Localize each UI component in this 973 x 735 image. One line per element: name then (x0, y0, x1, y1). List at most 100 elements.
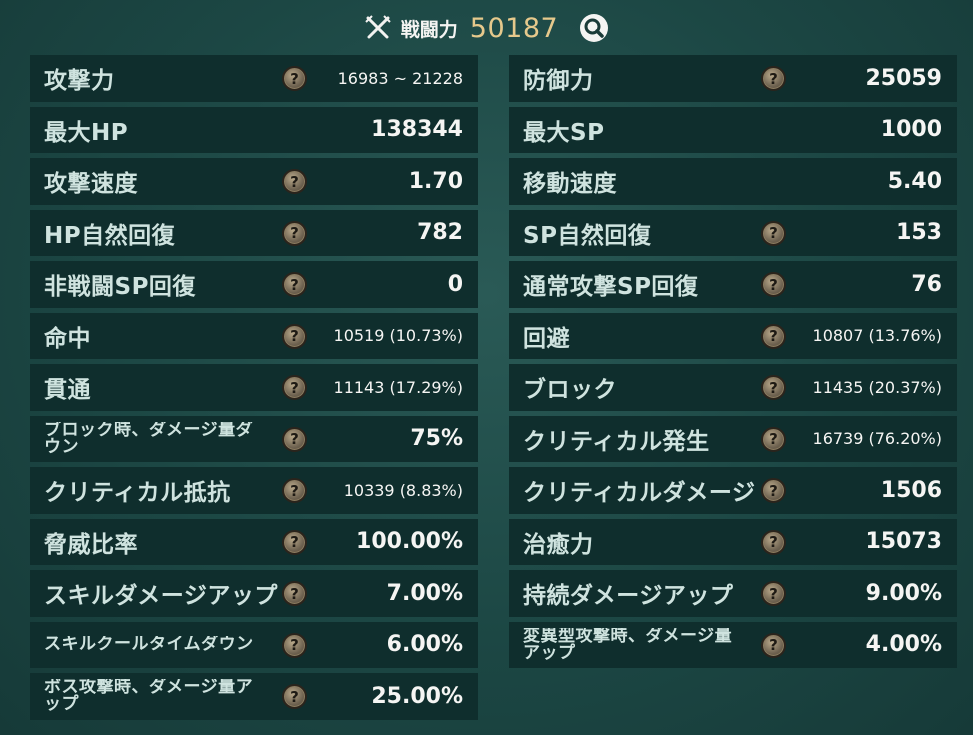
stat-label: SP自然回復 (523, 222, 652, 249)
stat-value: 1000 (880, 117, 942, 143)
help-icon[interactable]: ? (761, 426, 786, 452)
stat-label: クリティカルダメージ (523, 480, 756, 507)
stat-label: ブロック (523, 377, 617, 404)
stats-column-right: 防御力? 25059 最大SP 1000 移動速度 5.40 SP自然回復? 153 通常攻撃S… (509, 55, 957, 673)
help-icon[interactable]: ? (761, 375, 786, 400)
stat-label: 非戦闘SP回復 (44, 274, 196, 301)
stat-value: 782 (417, 220, 463, 246)
stat-label: 持続ダメージアップ (523, 583, 734, 610)
stat-value: 138344 (371, 117, 463, 143)
stat-row: クリティカルダメージ? 1506 (509, 467, 957, 514)
stat-label: 脅威比率 (44, 531, 138, 558)
help-icon[interactable]: ? (761, 272, 786, 297)
stat-value: 25059 (865, 65, 942, 91)
help-icon[interactable]: ? (282, 632, 307, 658)
stat-row: 命中? 10519 (10.73%) (30, 312, 478, 359)
help-icon[interactable]: ? (282, 323, 307, 349)
stat-label: 貫通 (44, 377, 91, 404)
stat-label: HP自然回復 (44, 222, 176, 249)
stat-row: 攻撃速度? 1.70 (30, 158, 478, 205)
stat-label: 最大SP (523, 119, 605, 146)
help-icon[interactable]: ? (282, 66, 307, 91)
stat-row: スキルクールタイムダウン? 6.00% (30, 621, 478, 668)
help-icon[interactable]: ? (282, 426, 307, 452)
help-icon[interactable]: ? (282, 220, 307, 246)
stat-row: SP自然回復? 153 (509, 209, 957, 256)
stat-value: 76 (911, 271, 942, 297)
help-icon[interactable]: ? (761, 220, 786, 246)
stat-value: 16739 (76.20%) (812, 429, 942, 449)
combat-power-bar: 戦闘力 50187 (353, 4, 620, 52)
stat-value: 5.40 (887, 168, 942, 194)
stat-row: 貫通? 11143 (17.29%) (30, 364, 478, 411)
stat-row: 最大SP 1000 (509, 106, 957, 153)
stat-row: 持続ダメージアップ? 9.00% (509, 570, 957, 617)
stat-value: 0 (447, 271, 463, 297)
stat-label: クリティカル発生 (523, 428, 710, 455)
stat-value: 15073 (865, 529, 942, 555)
stat-row: クリティカル抵抗? 10339 (8.83%) (30, 467, 478, 514)
stat-value: 153 (896, 220, 942, 246)
stat-row: 治癒力? 15073 (509, 518, 957, 565)
help-icon[interactable]: ? (282, 581, 307, 606)
help-icon[interactable]: ? (761, 66, 786, 91)
stat-row: 脅威比率? 100.00% (30, 518, 478, 565)
stat-label: 回避 (523, 325, 570, 352)
stat-label: 治癒力 (523, 531, 594, 558)
stat-value: 75% (410, 426, 463, 452)
combat-power-label: 戦闘力 (400, 18, 458, 41)
stat-value: 10339 (8.83%) (343, 480, 463, 500)
stat-value: 11435 (20.37%) (812, 377, 942, 397)
help-icon[interactable]: ? (761, 323, 786, 349)
help-icon[interactable]: ? (761, 529, 786, 555)
stat-label: 防御力 (523, 68, 594, 95)
help-icon[interactable]: ? (761, 478, 786, 503)
crossed-swords-icon (365, 15, 391, 39)
help-icon[interactable]: ? (761, 581, 786, 606)
stat-row: HP自然回復? 782 (30, 209, 478, 256)
help-icon[interactable]: ? (282, 478, 307, 503)
help-icon[interactable]: ? (761, 632, 786, 658)
stat-value: 1.70 (408, 168, 463, 194)
stat-row: 防御力? 25059 (509, 55, 957, 102)
combat-power-value: 50187 (469, 12, 559, 44)
stat-value: 100.00% (356, 529, 463, 555)
stat-label: 攻撃力 (44, 68, 115, 95)
stat-value: 9.00% (865, 580, 942, 606)
stat-label: クリティカル抵抗 (44, 480, 231, 507)
stat-label: ブロック時、ダメージ量ダウン (44, 421, 254, 456)
stat-row: 移動速度 5.40 (509, 158, 957, 205)
stat-value: 6.00% (386, 632, 463, 658)
stat-label: 命中 (44, 325, 91, 352)
stat-label: スキルクールタイムダウン (44, 636, 254, 654)
stat-row: ブロック? 11435 (20.37%) (509, 364, 957, 411)
stat-value: 11143 (17.29%) (333, 377, 463, 397)
stat-value: 25.00% (371, 683, 463, 709)
stat-value: 7.00% (386, 580, 463, 606)
stat-label: スキルダメージアップ (44, 583, 278, 610)
stat-row: ボス攻撃時、ダメージ量アップ? 25.00% (30, 673, 478, 720)
help-icon[interactable]: ? (282, 272, 307, 297)
help-icon[interactable]: ? (282, 169, 307, 194)
stat-row: ブロック時、ダメージ量ダウン? 75% (30, 415, 478, 462)
stat-value: 4.00% (865, 632, 942, 658)
stat-row: スキルダメージアップ? 7.00% (30, 570, 478, 617)
stat-row: 最大HP 138344 (30, 106, 478, 153)
stat-label: 通常攻撃SP回復 (523, 274, 699, 301)
stat-value: 10807 (13.76%) (812, 326, 942, 346)
stat-label: 移動速度 (523, 171, 617, 198)
stat-value: 1506 (880, 477, 942, 503)
stat-value: 10519 (10.73%) (333, 326, 463, 346)
stat-label: 最大HP (44, 119, 129, 146)
stat-row: クリティカル発生? 16739 (76.20%) (509, 415, 957, 462)
help-icon[interactable]: ? (282, 529, 307, 555)
stats-column-left: 攻撃力? 16983 ~ 21228 最大HP 138344 攻撃速度? 1.70 HP自然… (30, 55, 478, 725)
stat-value: 16983 ~ 21228 (337, 68, 463, 88)
stat-row: 変異型攻撃時、ダメージ量アップ? 4.00% (509, 621, 957, 668)
stat-label: 攻撃速度 (44, 171, 138, 198)
stat-label: ボス攻撃時、ダメージ量アップ (44, 679, 254, 714)
stat-row: 通常攻撃SP回復? 76 (509, 261, 957, 308)
help-icon[interactable]: ? (282, 375, 307, 400)
help-icon[interactable]: ? (282, 684, 307, 709)
magnifier-icon[interactable] (578, 12, 610, 44)
